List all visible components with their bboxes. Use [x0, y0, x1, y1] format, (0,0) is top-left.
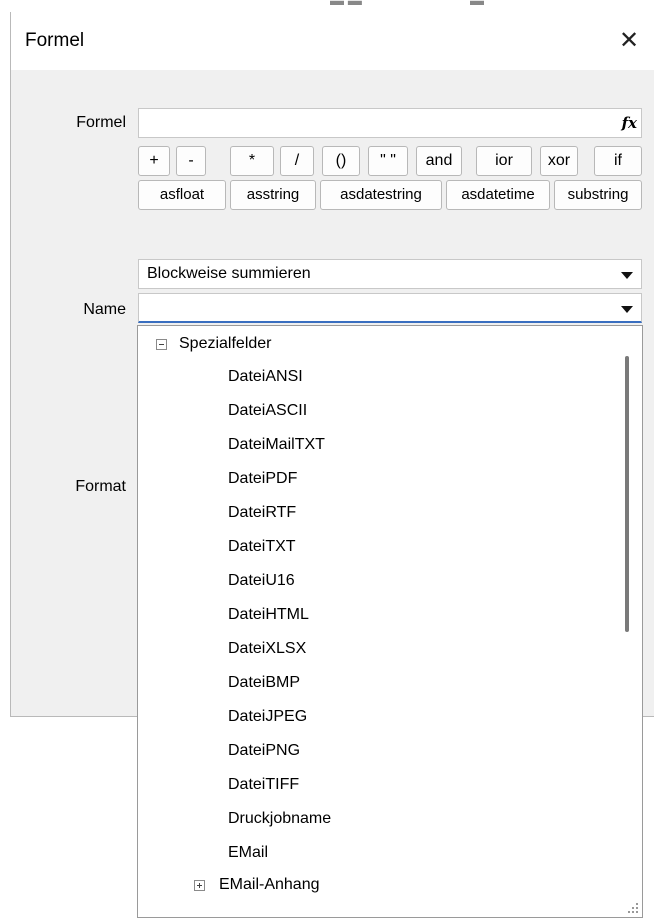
- scrollbar-thumb[interactable]: [625, 356, 629, 632]
- operator-button[interactable]: xor: [540, 146, 578, 176]
- tree-leaf-item[interactable]: DateiPDF: [228, 464, 297, 494]
- formula-input[interactable]: fx: [138, 108, 642, 138]
- operator-button[interactable]: +: [138, 146, 170, 176]
- function-button[interactable]: asdatestring: [320, 180, 442, 210]
- tree-leaf-item[interactable]: DateiJPEG: [228, 702, 307, 732]
- operator-button[interactable]: -: [176, 146, 206, 176]
- name-dropdown-list[interactable]: Spezialfelder DateiANSI DateiASCII DateiMa…: [137, 325, 643, 918]
- tree-leaf-item[interactable]: Druckjobname: [228, 804, 331, 834]
- dialog-title: Formel: [25, 30, 85, 51]
- background-fragment: ▬: [470, 0, 484, 8]
- function-button[interactable]: asdatetime: [446, 180, 550, 210]
- background-window-strip: ▬ ▬ ▬: [0, 0, 654, 12]
- tree-leaf-item[interactable]: DateiPNG: [228, 736, 300, 766]
- expand-icon[interactable]: [194, 880, 205, 891]
- title-bar: Formel ✕: [11, 12, 654, 70]
- collapse-icon[interactable]: [156, 339, 167, 350]
- function-button[interactable]: substring: [554, 180, 642, 210]
- function-button[interactable]: asstring: [230, 180, 316, 210]
- tree-leaf-item[interactable]: DateiANSI: [228, 362, 303, 392]
- name-combobox[interactable]: [138, 293, 642, 323]
- background-fragment: ▬ ▬: [330, 0, 362, 8]
- tree-leaf-item[interactable]: DateiTIFF: [228, 770, 299, 800]
- tree-leaf-item[interactable]: DateiRTF: [228, 498, 296, 528]
- operator-button[interactable]: and: [416, 146, 462, 176]
- tree-leaf-item[interactable]: DateiMailTXT: [228, 430, 325, 460]
- operator-button[interactable]: *: [230, 146, 274, 176]
- chevron-down-icon[interactable]: [617, 264, 637, 284]
- name-label: Name: [83, 301, 126, 318]
- function-button[interactable]: asfloat: [138, 180, 226, 210]
- fx-icon[interactable]: fx: [622, 114, 637, 132]
- format-label: Format: [75, 478, 126, 495]
- tree-leaf-item[interactable]: DateiASCII: [228, 396, 307, 426]
- tree-leaf-item[interactable]: DateiHTML: [228, 600, 309, 630]
- tree-leaf-item[interactable]: DateiXLSX: [228, 634, 306, 664]
- operator-button[interactable]: ior: [476, 146, 532, 176]
- close-icon[interactable]: ✕: [611, 24, 647, 58]
- tree-node-label: EMail-Anhang: [219, 876, 320, 893]
- resize-grip[interactable]: [627, 902, 639, 914]
- formula-label: Formel: [76, 114, 126, 131]
- operator-button[interactable]: if: [594, 146, 642, 176]
- operator-button[interactable]: (): [322, 146, 360, 176]
- tree-leaf-item[interactable]: DateiU16: [228, 566, 295, 596]
- tree-leaf-item[interactable]: DateiTXT: [228, 532, 296, 562]
- tree-leaf-item[interactable]: EMail: [228, 838, 268, 868]
- operator-button[interactable]: /: [280, 146, 314, 176]
- tree-leaf-item[interactable]: DateiBMP: [228, 668, 300, 698]
- function-select-value: Blockweise summieren: [147, 265, 311, 282]
- operator-button[interactable]: " ": [368, 146, 408, 176]
- chevron-down-icon[interactable]: [617, 298, 637, 318]
- function-select[interactable]: Blockweise summieren: [138, 259, 642, 289]
- tree-node-label: Spezialfelder: [179, 335, 272, 352]
